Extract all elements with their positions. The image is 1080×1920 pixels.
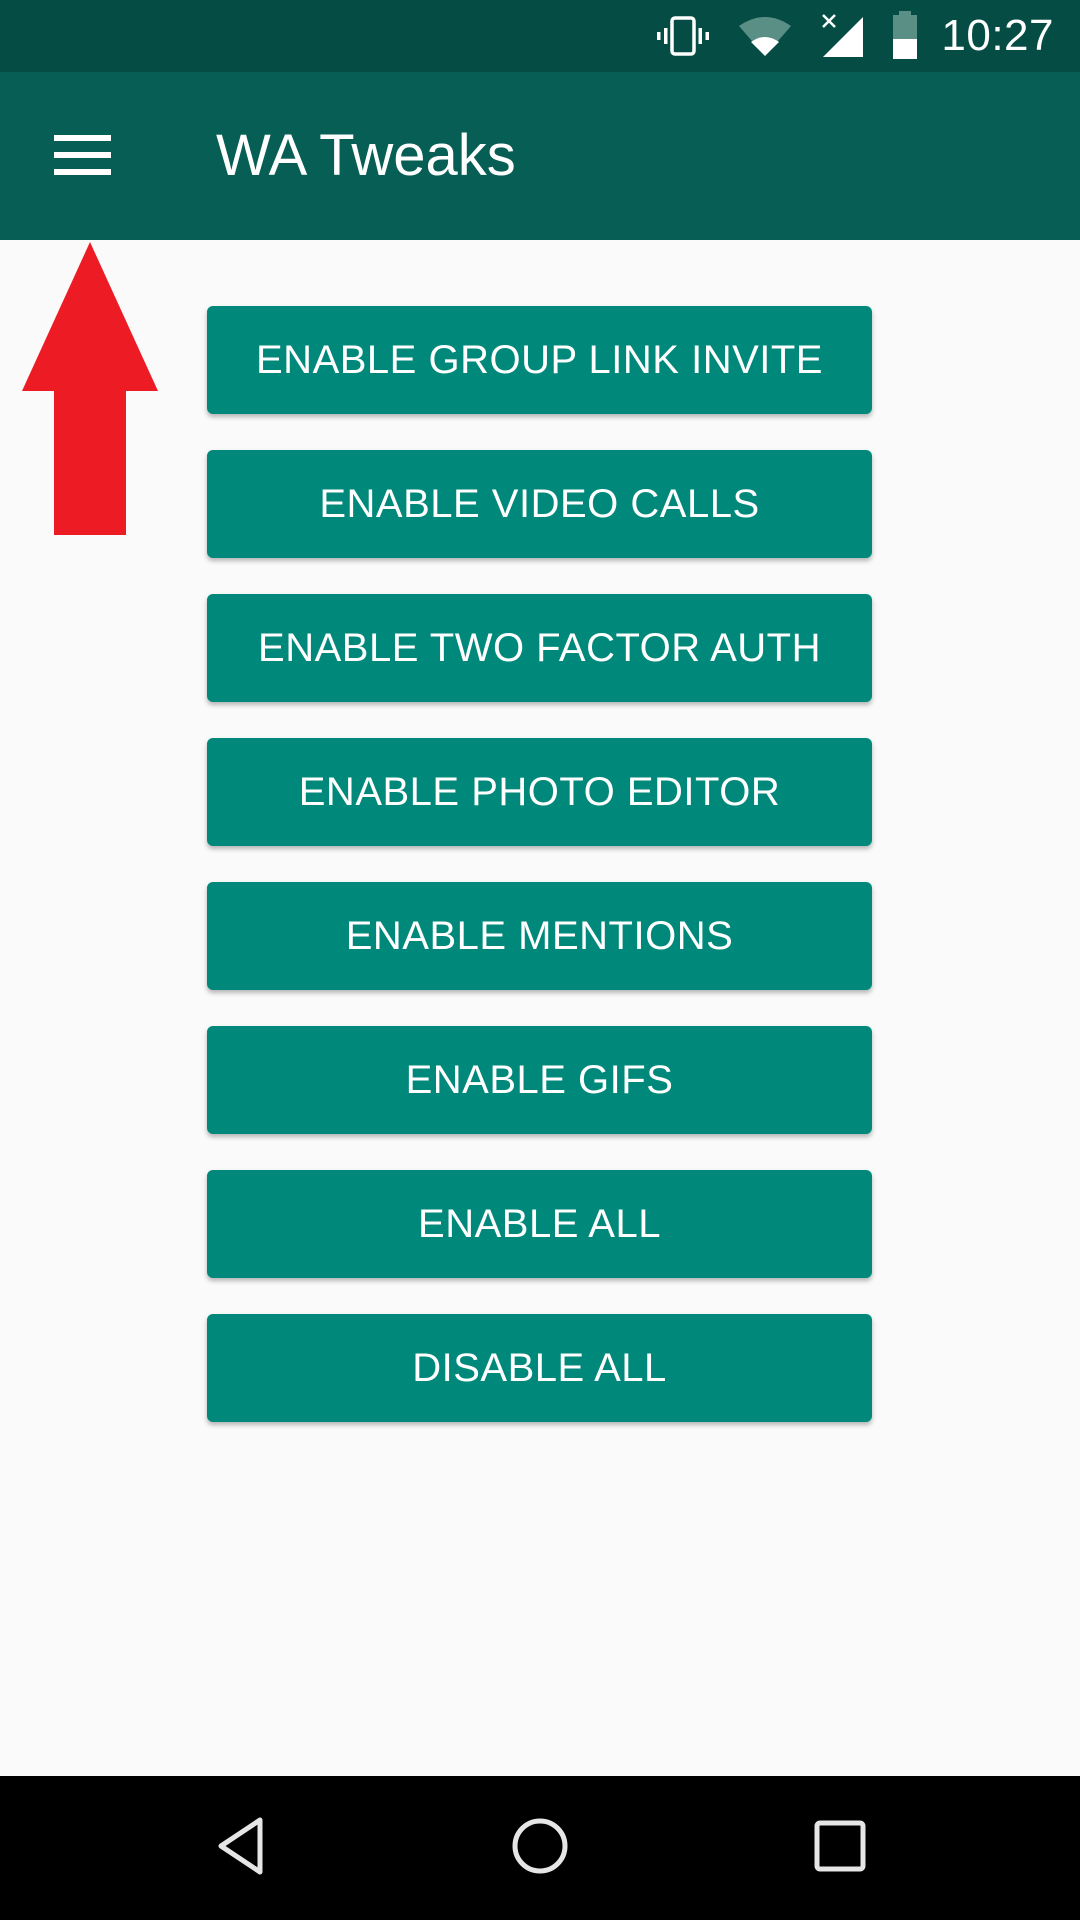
enable-group-link-invite-button[interactable]: ENABLE GROUP LINK INVITE <box>207 306 872 414</box>
enable-photo-editor-button[interactable]: ENABLE PHOTO EDITOR <box>207 738 872 846</box>
wifi-icon <box>737 14 793 58</box>
back-button[interactable] <box>196 1806 286 1890</box>
enable-mentions-button[interactable]: ENABLE MENTIONS <box>207 882 872 990</box>
clock: 10:27 <box>941 11 1054 60</box>
enable-gifs-button[interactable]: ENABLE GIFS <box>207 1026 872 1134</box>
enable-video-calls-button[interactable]: ENABLE VIDEO CALLS <box>207 450 872 558</box>
enable-all-button[interactable]: ENABLE ALL <box>207 1170 872 1278</box>
app-title: WA Tweaks <box>216 123 516 188</box>
status-bar: 10:27 <box>0 0 1080 72</box>
enable-two-factor-auth-button[interactable]: ENABLE TWO FACTOR AUTH <box>207 594 872 702</box>
menu-button[interactable] <box>40 116 126 196</box>
signal-no-service-icon <box>819 13 865 59</box>
navigation-bar <box>0 1776 1080 1920</box>
recents-icon <box>812 1818 868 1879</box>
disable-all-button[interactable]: DISABLE ALL <box>207 1314 872 1422</box>
home-icon <box>510 1816 570 1881</box>
status-icons: 10:27 <box>629 0 1054 72</box>
home-button[interactable] <box>495 1806 585 1890</box>
recents-button[interactable] <box>795 1806 885 1890</box>
back-icon <box>216 1816 266 1881</box>
app-bar: WA Tweaks <box>0 72 1080 240</box>
hamburger-menu-icon <box>54 133 112 180</box>
red-up-arrow-icon <box>20 240 160 541</box>
battery-icon <box>891 11 919 61</box>
vibrate-icon <box>655 14 711 58</box>
